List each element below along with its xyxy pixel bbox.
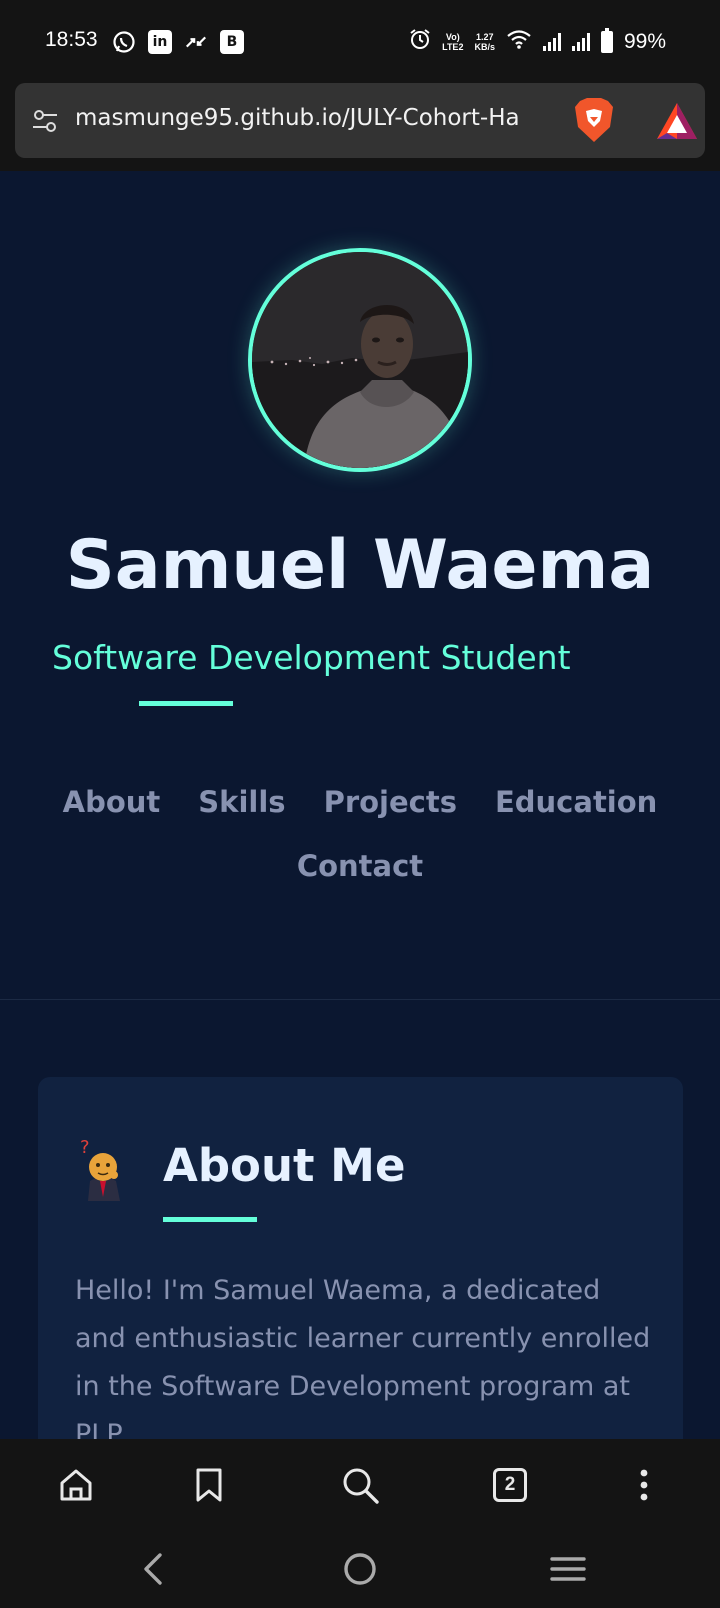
status-bar: 18:53 in B Vo) LTE2 1.27 KB/s 99% — [0, 0, 720, 80]
system-navigation-bar — [0, 1529, 720, 1608]
nav-link-projects[interactable]: Projects — [324, 785, 457, 819]
home-icon[interactable] — [54, 1463, 98, 1507]
nav-link-skills[interactable]: Skills — [198, 785, 285, 819]
svg-text:?: ? — [80, 1137, 90, 1158]
bookmark-icon[interactable] — [187, 1463, 231, 1507]
address-bar[interactable]: masmunge95.github.io/JULY-Cohort-Ha — [15, 83, 705, 158]
volte-top: Vo) — [445, 31, 460, 42]
back-icon[interactable] — [132, 1547, 176, 1591]
about-text: Hello! I'm Samuel Waema, a dedicated and… — [75, 1275, 651, 1439]
home-circle-icon[interactable] — [338, 1547, 382, 1591]
url-text[interactable]: masmunge95.github.io/JULY-Cohort-Ha — [75, 105, 553, 131]
about-card: ? About Me Hello! I'm Samuel Waema, a de… — [38, 1077, 683, 1439]
whatsapp-icon — [112, 30, 136, 54]
search-icon[interactable] — [338, 1463, 382, 1507]
data-transfer-icon — [184, 30, 208, 54]
profile-photo — [248, 248, 472, 472]
nav-link-about[interactable]: About — [63, 785, 161, 819]
nav-link-education[interactable]: Education — [495, 785, 657, 819]
network-speed: 1.27 KB/s — [474, 32, 495, 52]
signal-icon-sim2 — [571, 32, 590, 51]
about-underline — [163, 1217, 257, 1222]
nav-row-2: Contact — [0, 849, 720, 883]
header-divider — [0, 999, 720, 1000]
hero-underline — [139, 701, 233, 706]
nav-link-contact[interactable]: Contact — [297, 849, 423, 883]
speed-unit: KB/s — [474, 41, 495, 52]
alarm-icon — [409, 28, 431, 55]
status-system-icons: Vo) LTE2 1.27 KB/s 99% — [409, 27, 666, 55]
nav-row-1: About Skills Projects Education — [0, 785, 720, 819]
brave-rewards-icon[interactable] — [655, 101, 699, 141]
browser-toolbar: 2 — [0, 1439, 720, 1529]
volte-indicator: Vo) LTE2 — [442, 32, 463, 52]
hero-name: Samuel Waema — [65, 526, 655, 605]
more-menu-icon[interactable] — [622, 1463, 666, 1507]
status-notification-icons: in B — [112, 30, 244, 54]
tab-count: 2 — [493, 1468, 527, 1502]
battery-percent: 99% — [623, 29, 666, 53]
hero-subtitle: Software Development Student — [52, 638, 571, 677]
speed-value: 1.27 — [475, 31, 494, 42]
signal-icon-sim1 — [542, 32, 561, 51]
site-settings-icon[interactable] — [31, 107, 59, 135]
volte-bottom: LTE2 — [442, 41, 464, 52]
site-nav: About Skills Projects Education Contact — [0, 785, 720, 883]
brave-shields-icon[interactable] — [573, 97, 615, 143]
thinking-emoji-icon: ? — [78, 1137, 128, 1201]
status-time: 18:53 — [45, 28, 98, 51]
battery-icon — [600, 27, 613, 53]
linkedin-icon: in — [148, 30, 172, 54]
bold-b-icon: B — [220, 30, 244, 54]
recents-icon[interactable] — [546, 1547, 590, 1591]
web-page: Samuel Waema Software Development Studen… — [0, 171, 720, 1439]
about-title: About Me — [163, 1139, 406, 1192]
tab-switcher-button[interactable]: 2 — [488, 1463, 532, 1507]
wifi-icon — [506, 28, 532, 55]
